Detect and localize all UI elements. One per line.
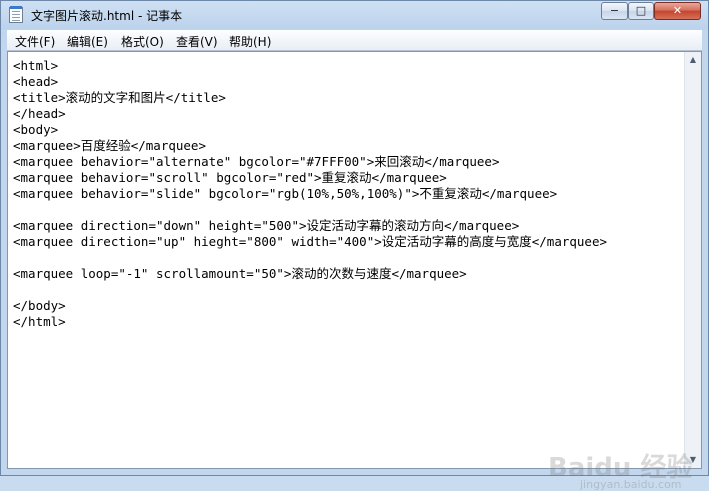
code-line: </html> — [13, 314, 66, 329]
code-line: <marquee direction="down" height="500">设… — [13, 218, 520, 233]
window-title: 文字图片滚动.html - 记事本 — [31, 9, 183, 23]
menu-view[interactable]: 查看(V) — [176, 33, 218, 50]
menu-edit[interactable]: 编辑(E) — [67, 33, 108, 50]
notepad-window: 文字图片滚动.html - 记事本 − □ ✕ 文件(F) 编辑(E) 格式(O… — [0, 0, 709, 491]
code-line: <title>滚动的文字和图片</title> — [13, 90, 226, 105]
scroll-up-icon[interactable]: ▲ — [686, 52, 700, 68]
code-line: <marquee direction="up" hieght="800" wid… — [13, 234, 608, 249]
code-line: <marquee>百度经验</marquee> — [13, 138, 206, 153]
vertical-scrollbar[interactable]: ▲ ▼ — [684, 52, 701, 468]
menu-file[interactable]: 文件(F) — [15, 33, 55, 50]
minimize-button[interactable]: − — [601, 2, 628, 20]
text-editor[interactable]: <html> <head> <title>滚动的文字和图片</title> </… — [7, 51, 702, 491]
code-line: </head> — [13, 106, 66, 121]
code-line: <body> — [13, 122, 59, 137]
code-line: <marquee loop="-1" scrollamount="50">滚动的… — [13, 266, 467, 281]
baidu-watermark-url: jingyan.baidu.com — [580, 478, 682, 491]
editor-content[interactable]: <html> <head> <title>滚动的文字和图片</title> </… — [13, 58, 683, 466]
menu-format[interactable]: 格式(O) — [121, 33, 164, 50]
code-line: <marquee behavior="alternate" bgcolor="#… — [13, 154, 500, 169]
code-line: <head> — [13, 74, 59, 89]
close-button[interactable]: ✕ — [654, 2, 701, 20]
code-line: <marquee behavior="scroll" bgcolor="red"… — [13, 170, 447, 185]
code-line: <html> — [13, 58, 59, 73]
title-bar[interactable]: 文字图片滚动.html - 记事本 − □ ✕ — [1, 1, 708, 29]
maximize-button[interactable]: □ — [628, 2, 654, 20]
notepad-icon — [9, 6, 23, 23]
menu-bar: 文件(F) 编辑(E) 格式(O) 查看(V) 帮助(H) — [7, 30, 702, 51]
menu-help[interactable]: 帮助(H) — [229, 33, 271, 50]
code-line: <marquee behavior="slide" bgcolor="rgb(1… — [13, 186, 558, 201]
code-line: </body> — [13, 298, 66, 313]
